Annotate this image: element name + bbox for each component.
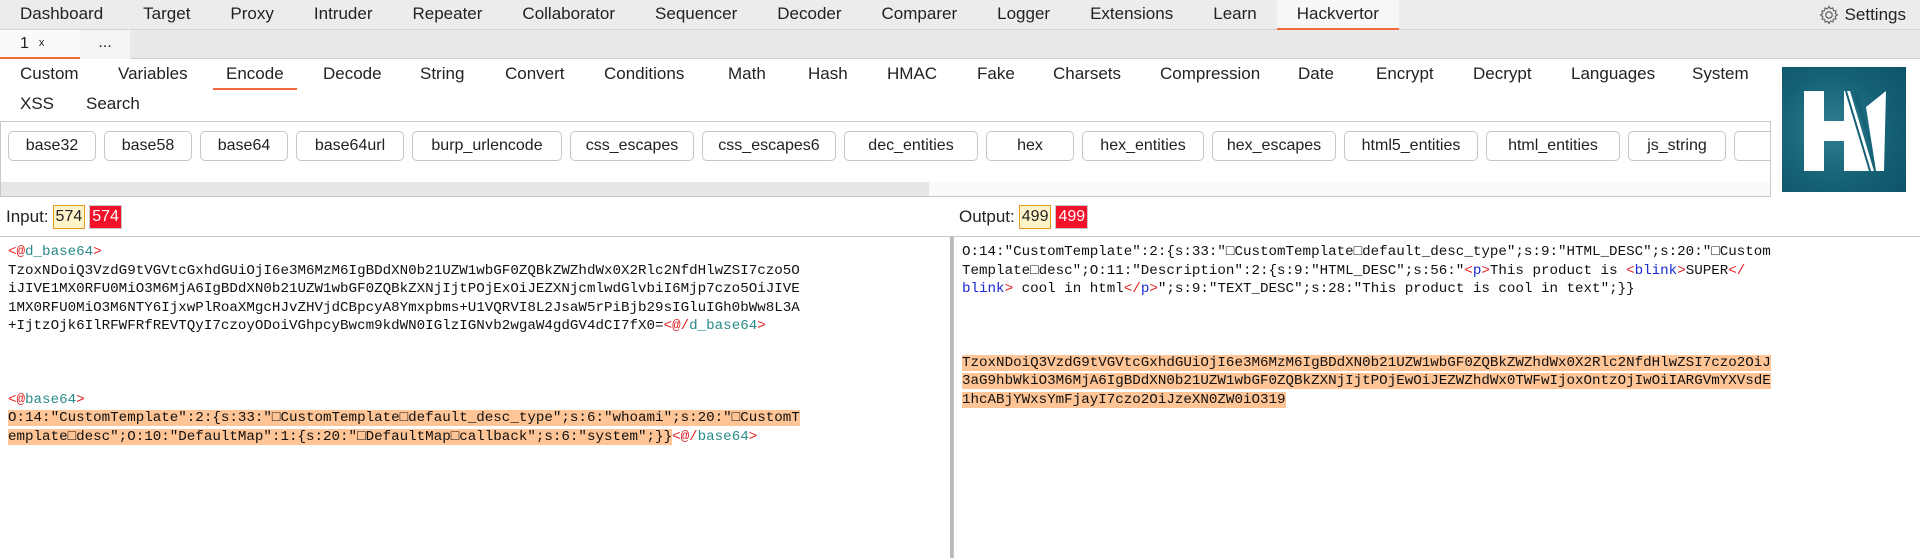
nav-tab-repeater[interactable]: Repeater	[392, 0, 502, 30]
code-line: 1MX0RFU0MiO3M6NTY6IjxwPlRoaXMgcHJvZHVjdC…	[8, 299, 800, 316]
output-length-badge-alt: 499	[1055, 205, 1089, 229]
code-line: +IjtzOjk6IlRFWFRfREVTQyI7czoyODoiVGhpcyB…	[8, 318, 766, 334]
tag-button-js_string[interactable]: js_string	[1628, 131, 1726, 161]
tag-button-css_escapes[interactable]: css_escapes	[570, 131, 694, 161]
category-tab-search[interactable]: Search	[86, 90, 140, 118]
input-label: Input:	[6, 207, 49, 226]
category-tab-languages[interactable]: Languages	[1571, 60, 1655, 88]
nav-tab-sequencer[interactable]: Sequencer	[635, 0, 757, 30]
top-nav-tabs: Dashboard Target Proxy Intruder Repeater Coll…	[0, 0, 1400, 30]
input-label-row: Input: 574 574	[6, 204, 122, 230]
selected-text: 1hcABjYWxsYmFjayI7czo2OiJzeXN0ZW0iO319	[962, 391, 1286, 408]
code-line: TzoxNDoiQ3VzdG9tVGVtcGxhdGUiOjI6e3M6MzM6…	[8, 262, 800, 279]
code-line: O:14:"CustomTemplate":2:{s:33:"□CustomTe…	[962, 244, 1771, 260]
selected-text: emplate□desc";O:10:"DefaultMap":1:{s:20:…	[8, 428, 673, 445]
nav-tab-collaborator[interactable]: Collaborator	[502, 0, 635, 30]
category-tab-xss[interactable]: XSS	[20, 90, 54, 118]
output-label-row: Output: 499 499	[959, 204, 1089, 230]
tag-button-base58[interactable]: base58	[104, 131, 192, 161]
settings-button[interactable]: Settings	[1818, 0, 1906, 30]
hackvertor-logo	[1782, 67, 1906, 192]
code-line: emplate□desc";O:10:"DefaultMap":1:{s:20:…	[8, 428, 758, 445]
nav-tab-target[interactable]: Target	[123, 0, 210, 30]
tag-button-hex_entities[interactable]: hex_entities	[1082, 131, 1204, 161]
tag-button-base64url[interactable]: base64url	[296, 131, 404, 161]
nav-tab-extensions[interactable]: Extensions	[1070, 0, 1193, 30]
input-length-badge: 574	[52, 205, 86, 229]
code-line: <@base64>	[8, 391, 85, 408]
category-tab-compression[interactable]: Compression	[1160, 60, 1260, 88]
category-tab-math[interactable]: Math	[728, 60, 766, 88]
tab-label: 1	[20, 35, 29, 52]
new-tab-button[interactable]: ...	[80, 30, 130, 59]
tag-button-hex[interactable]: hex	[986, 131, 1074, 161]
category-tab-decode[interactable]: Decode	[323, 60, 382, 88]
category-tab-string[interactable]: String	[420, 60, 464, 88]
hackvertor-tabs: 1x ...	[0, 30, 1920, 59]
nav-tab-hackvertor[interactable]: Hackvertor	[1276, 0, 1400, 30]
nav-tab-proxy[interactable]: Proxy	[210, 0, 293, 30]
hv-logo-icon	[1804, 90, 1886, 172]
category-tab-decrypt[interactable]: Decrypt	[1473, 60, 1532, 88]
output-label: Output:	[959, 207, 1015, 226]
code-line: TzoxNDoiQ3VzdG9tVGVtcGxhdGUiOjI6e3M6MzM6…	[962, 354, 1912, 373]
category-tab-hmac[interactable]: HMAC	[887, 60, 937, 88]
top-nav: Dashboard Target Proxy Intruder Repeater Coll…	[0, 0, 1920, 30]
code-line: 3aG9hbWkiO3M6MjA6IgBDdXN0b21UZW1wbGF0ZQB…	[962, 372, 1912, 391]
category-tab-convert[interactable]: Convert	[505, 60, 565, 88]
output-length-badge: 499	[1018, 205, 1052, 229]
input-length-badge-alt: 574	[89, 205, 122, 229]
input-editor[interactable]: <@d_base64> TzoxNDoiQ3VzdG9tVGVtcGxhdGUiO…	[0, 236, 953, 558]
nav-tab-intruder[interactable]: Intruder	[294, 0, 393, 30]
category-tab-hash[interactable]: Hash	[808, 60, 848, 88]
category-tab-system[interactable]: System	[1692, 60, 1749, 88]
nav-tab-logger[interactable]: Logger	[977, 0, 1070, 30]
category-tab-variables[interactable]: Variables	[118, 60, 188, 88]
tag-button-html5_entities[interactable]: html5_entities	[1344, 131, 1478, 161]
code-line: Template□desc";O:11:"Description":2:{s:9…	[962, 262, 1746, 279]
gear-icon	[1818, 5, 1839, 25]
selected-text: 3aG9hbWkiO3M6MjA6IgBDdXN0b21UZW1wbGF0ZQB…	[962, 373, 1771, 389]
selected-text: TzoxNDoiQ3VzdG9tVGVtcGxhdGUiOjI6e3M6MzM6…	[962, 354, 1771, 371]
code-line: 1hcABjYWxsYmFjayI7czo2OiJzeXN0ZW0iO319	[962, 391, 1912, 410]
category-tab-encrypt[interactable]: Encrypt	[1376, 60, 1434, 88]
tag-button-css_escapes6[interactable]: css_escapes6	[702, 131, 836, 161]
nav-tab-learn[interactable]: Learn	[1193, 0, 1276, 30]
nav-tab-comparer[interactable]: Comparer	[862, 0, 978, 30]
category-tab-encode[interactable]: Encode	[213, 60, 297, 90]
hackvertor-tab-1[interactable]: 1x	[0, 30, 80, 59]
code-line: <@d_base64>	[8, 244, 102, 260]
category-tab-conditions[interactable]: Conditions	[604, 60, 684, 88]
nav-tab-dashboard[interactable]: Dashboard	[0, 0, 123, 30]
horizontal-scrollbar[interactable]	[1, 182, 1770, 196]
scrollbar-thumb[interactable]	[1, 182, 929, 196]
category-tab-custom[interactable]: Custom	[20, 60, 79, 88]
settings-label: Settings	[1844, 5, 1906, 24]
tag-button-html_entities[interactable]: html_entities	[1486, 131, 1620, 161]
tag-buttons-panel: base32 base58 base64 base64url burp_urlencod…	[0, 121, 1771, 197]
code-line: blink> cool in html</p>";s:9:"TEXT_DESC"…	[962, 281, 1635, 297]
category-tab-fake[interactable]: Fake	[977, 60, 1015, 88]
selected-text: O:14:"CustomTemplate":2:{s:33:"□CustomTe…	[8, 410, 800, 426]
category-tab-charsets[interactable]: Charsets	[1053, 60, 1121, 88]
code-line: O:14:"CustomTemplate":2:{s:33:"□CustomTe…	[8, 409, 942, 428]
code-line: iJIVE1MX0RFU0MiO3M6MjA6IgBDdXN0b21UZW1wb…	[8, 281, 800, 297]
tag-button-dec_entities[interactable]: dec_entities	[844, 131, 978, 161]
category-tab-date[interactable]: Date	[1298, 60, 1334, 88]
nav-tab-decoder[interactable]: Decoder	[757, 0, 861, 30]
tag-button-partial[interactable]	[1734, 131, 1770, 161]
tag-button-hex_escapes[interactable]: hex_escapes	[1212, 131, 1336, 161]
tag-button-base64[interactable]: base64	[200, 131, 288, 161]
tag-button-base32[interactable]: base32	[8, 131, 96, 161]
tag-button-burp_urlencode[interactable]: burp_urlencode	[412, 131, 562, 161]
close-icon[interactable]: x	[39, 37, 45, 49]
output-editor[interactable]: O:14:"CustomTemplate":2:{s:33:"□CustomTe…	[953, 236, 1920, 558]
